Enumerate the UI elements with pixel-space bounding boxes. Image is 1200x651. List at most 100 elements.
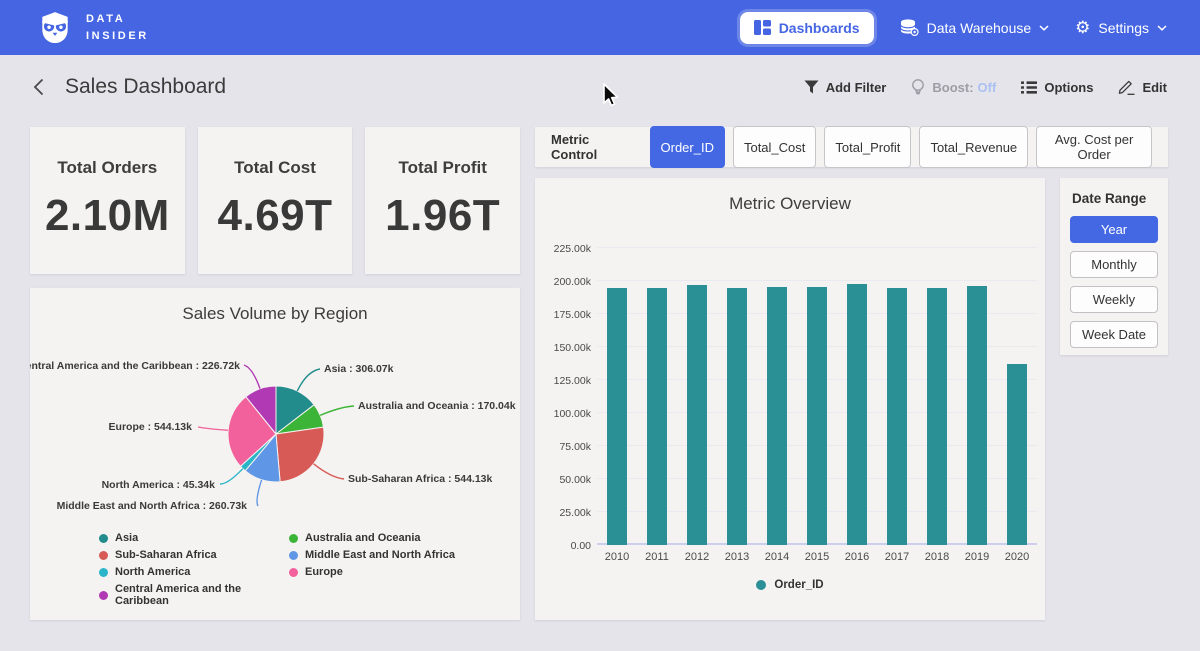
- nav-dashboards-button[interactable]: Dashboards: [740, 12, 874, 44]
- pie-chart-panel: Sales Volume by Region Asia : 306.07kAus…: [30, 288, 520, 620]
- header-actions: Add Filter Boost: Off Options Ed: [804, 79, 1167, 95]
- chevron-down-icon: [1039, 25, 1049, 31]
- options-label: Options: [1044, 80, 1093, 95]
- legend-column: Asia Sub-Saharan Africa North America Centr…: [99, 532, 289, 607]
- navbar-menu: Dashboards Data Warehouse ⚙ Settings: [740, 12, 1167, 44]
- bar-column: [917, 235, 957, 545]
- legend-item-europe[interactable]: Europe: [289, 566, 455, 578]
- metric-buttons: Order_IDTotal_CostTotal_ProfitTotal_Reve…: [650, 126, 1153, 168]
- y-axis-tick: 150.00k: [539, 342, 591, 354]
- x-axis-label: 2020: [997, 551, 1037, 563]
- legend-item-label: Asia: [115, 532, 138, 544]
- legend-label: Order_ID: [774, 579, 823, 591]
- date-range-label: Date Range: [1072, 191, 1158, 206]
- nav-data-warehouse[interactable]: Data Warehouse: [900, 19, 1050, 36]
- legend-item-middle-east-and-north-africa[interactable]: Middle East and North Africa: [289, 549, 455, 561]
- legend-item-north-america[interactable]: North America: [99, 566, 289, 578]
- bar-2018[interactable]: [927, 288, 947, 545]
- nav-dashboards-label: Dashboards: [779, 20, 860, 36]
- bar-2012[interactable]: [687, 285, 707, 545]
- bar-2020[interactable]: [1007, 364, 1027, 545]
- options-list-icon: [1021, 81, 1037, 94]
- bar-2011[interactable]: [647, 288, 667, 545]
- gear-icon: ⚙: [1075, 19, 1090, 36]
- date-range-weekly[interactable]: Weekly: [1070, 286, 1158, 313]
- pie-legend: Asia Sub-Saharan Africa North America Centr…: [99, 532, 455, 607]
- date-range-week-date[interactable]: Week Date: [1070, 321, 1158, 348]
- bar-chart-title: Metric Overview: [535, 178, 1045, 214]
- bar-column: [957, 235, 997, 545]
- options-button[interactable]: Options: [1021, 80, 1093, 95]
- bar-2013[interactable]: [727, 288, 747, 545]
- boost-toggle[interactable]: Boost: Off: [911, 79, 996, 95]
- chevron-left-icon: [33, 78, 44, 96]
- pie-slice-sub-saharan-africa[interactable]: [276, 427, 324, 482]
- legend-item-label: Europe: [305, 566, 343, 578]
- chevron-down-icon: [1157, 25, 1167, 31]
- bar-2017[interactable]: [887, 288, 907, 545]
- boost-label: Boost:: [932, 80, 973, 95]
- legend-item-central-america-and-the-caribbean[interactable]: Central America and the Caribbean: [99, 583, 289, 607]
- metric-chip-avg-cost-per-order[interactable]: Avg. Cost per Order: [1036, 126, 1152, 168]
- date-range-monthly[interactable]: Monthly: [1070, 251, 1158, 278]
- bar-2014[interactable]: [767, 287, 787, 545]
- bar-2019[interactable]: [967, 286, 987, 545]
- y-axis-tick: 0.00: [539, 540, 591, 552]
- bar-chart-plot: 0.0025.00k50.00k75.00k100.00k125.00k150.…: [597, 235, 1037, 545]
- add-filter-label: Add Filter: [826, 80, 887, 95]
- brand-logo[interactable]: DATA INSIDER: [36, 9, 149, 47]
- brand-line1: DATA: [86, 11, 149, 28]
- pie-slice-label: Middle East and North Africa : 260.73k: [57, 500, 248, 512]
- edit-button[interactable]: Edit: [1118, 79, 1167, 95]
- pie-label-leader: [320, 406, 354, 415]
- pie-label-leader: [314, 464, 344, 479]
- bar-2016[interactable]: [847, 284, 867, 545]
- owl-logo-icon: [36, 9, 74, 47]
- chart-row: Metric Overview 0.0025.00k50.00k75.00k10…: [535, 178, 1168, 620]
- nav-settings-label: Settings: [1098, 20, 1149, 36]
- legend-item-sub-saharan-africa[interactable]: Sub-Saharan Africa: [99, 549, 289, 561]
- metric-chip-order-id[interactable]: Order_ID: [650, 126, 725, 168]
- bar-chart-legend[interactable]: Order_ID: [535, 579, 1045, 591]
- y-axis-tick: 225.00k: [539, 243, 591, 255]
- legend-dot: [99, 534, 108, 543]
- metric-chip-total-profit[interactable]: Total_Profit: [824, 126, 911, 168]
- metric-chip-total-cost[interactable]: Total_Cost: [733, 126, 816, 168]
- kpi-label: Total Profit: [398, 158, 486, 178]
- pie-slice-label: Asia : 306.07k: [324, 363, 394, 375]
- legend-item-label: Australia and Oceania: [305, 532, 421, 544]
- kpi-value: 4.69T: [218, 191, 333, 241]
- brand-line2: INSIDER: [86, 28, 149, 45]
- metric-chip-total-revenue[interactable]: Total_Revenue: [919, 126, 1028, 168]
- bar-2015[interactable]: [807, 287, 827, 545]
- bar-2010[interactable]: [607, 288, 627, 545]
- y-axis-tick: 125.00k: [539, 375, 591, 387]
- nav-settings[interactable]: ⚙ Settings: [1075, 19, 1167, 36]
- pie-label-leader: [220, 469, 243, 484]
- metric-control-bar: Metric Control Order_IDTotal_CostTotal_P…: [535, 127, 1168, 167]
- boost-value: Off: [978, 80, 997, 95]
- x-axis-label: 2014: [757, 551, 797, 563]
- date-range-panel: Date Range Year Monthly Weekly Week Date: [1060, 178, 1168, 355]
- page-header: Sales Dashboard Add Filter Boost: Off Op…: [0, 55, 1200, 119]
- pencil-icon: [1118, 79, 1135, 95]
- back-button[interactable]: [33, 78, 44, 96]
- bar-column: [637, 235, 677, 545]
- brand-name: DATA INSIDER: [86, 11, 149, 44]
- legend-dot: [756, 580, 766, 590]
- pie-chart: Asia : 306.07kAustralia and Oceania : 17…: [30, 320, 520, 532]
- legend-dot: [289, 551, 298, 560]
- bar-column: [717, 235, 757, 545]
- add-filter-button[interactable]: Add Filter: [804, 80, 887, 95]
- legend-item-australia-and-oceania[interactable]: Australia and Oceania: [289, 532, 455, 544]
- kpi-card-total-profit: Total Profit1.96T: [365, 127, 520, 274]
- x-axis-label: 2013: [717, 551, 757, 563]
- y-axis-tick: 25.00k: [539, 507, 591, 519]
- date-range-year[interactable]: Year: [1070, 216, 1158, 243]
- legend-column: Australia and Oceania Middle East and Nor…: [289, 532, 455, 607]
- legend-item-asia[interactable]: Asia: [99, 532, 289, 544]
- legend-item-label: Central America and the Caribbean: [115, 583, 289, 607]
- legend-dot: [99, 551, 108, 560]
- kpi-card-total-orders: Total Orders2.10M: [30, 127, 185, 274]
- metric-control-label: Metric Control: [551, 132, 636, 162]
